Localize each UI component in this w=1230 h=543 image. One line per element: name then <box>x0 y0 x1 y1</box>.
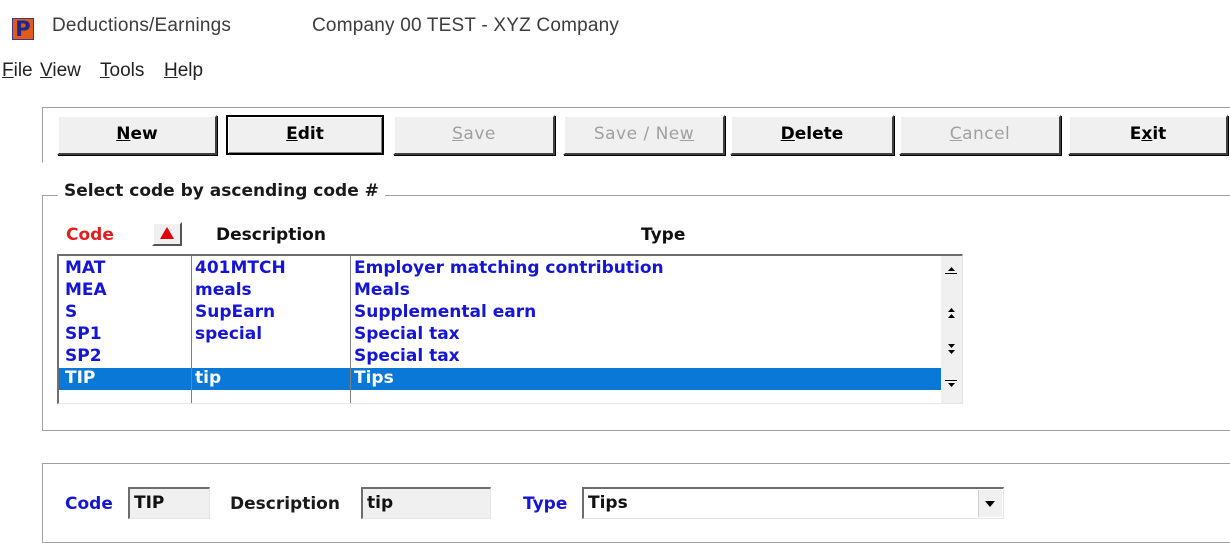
description-field-label: Description <box>230 494 340 514</box>
sort-ascending-button[interactable] <box>152 222 182 246</box>
menu-tools[interactable]: Tools <box>100 60 144 82</box>
save-button-post: ave <box>463 124 496 144</box>
cancel-button-mnemonic: C <box>949 124 963 144</box>
cancel-button-post: ancel <box>962 124 1011 144</box>
app-logo-icon: P <box>12 18 34 40</box>
chevron-down-icon <box>985 501 995 507</box>
exit-button-mnemonic: x <box>1141 124 1153 144</box>
cancel-button[interactable]: Cancel <box>899 115 1061 155</box>
list-item-type: Tips <box>354 368 394 388</box>
menu-help-mnemonic: H <box>164 60 178 81</box>
scroll-bottom-icon <box>948 383 955 387</box>
list-item-code: MEA <box>65 280 107 300</box>
column-header-code[interactable]: Code <box>66 225 114 245</box>
menu-tools-label: ools <box>109 60 145 81</box>
save-new-button[interactable]: Save / New <box>563 115 725 155</box>
list-item-type: Employer matching contribution <box>354 258 664 278</box>
list-item-type: Special tax <box>354 346 460 366</box>
list-item-description: 401MTCH <box>195 258 286 278</box>
sort-up-icon <box>160 227 174 239</box>
listbox-scrollbar[interactable] <box>941 256 962 403</box>
type-select[interactable]: Tips <box>582 487 1004 519</box>
menu-view[interactable]: View <box>40 60 81 82</box>
column-header-description[interactable]: Description <box>216 225 326 245</box>
list-item-type: Meals <box>354 280 410 300</box>
save-new-button-mnemonic: w <box>679 124 695 144</box>
exit-button[interactable]: Exit <box>1068 115 1228 155</box>
scroll-top-icon <box>948 267 955 271</box>
edit-button[interactable]: Edit <box>226 115 384 155</box>
list-item-code: MAT <box>65 258 106 278</box>
list-item-type: Special tax <box>354 324 460 344</box>
window-title: Deductions/Earnings <box>52 15 232 36</box>
menu-view-mnemonic: V <box>40 60 53 81</box>
edit-button-mnemonic: E <box>286 124 298 144</box>
column-divider <box>350 256 351 403</box>
page-down-button[interactable] <box>941 338 962 360</box>
menu-view-label: iew <box>52 60 81 81</box>
new-button[interactable]: New <box>57 115 217 155</box>
new-button-mnemonic: N <box>116 124 131 144</box>
menu-help-label: elp <box>177 60 204 81</box>
column-divider <box>191 256 192 403</box>
code-listbox[interactable]: MAT 401MTCH Employer matching contributi… <box>57 254 963 404</box>
list-item-description: tip <box>195 368 222 388</box>
delete-button-mnemonic: D <box>780 124 795 144</box>
window-company: Company 00 TEST - XYZ Company <box>312 15 620 36</box>
menu-file-label: ile <box>13 60 33 81</box>
exit-button-post: it <box>1152 124 1167 144</box>
list-item-description: meals <box>195 280 252 300</box>
list-item-code: SP1 <box>65 324 102 344</box>
list-item-description: SupEarn <box>195 302 276 322</box>
menu-file[interactable]: File <box>2 60 33 82</box>
edit-button-post: dit <box>297 124 324 144</box>
type-select-value: Tips <box>588 493 628 513</box>
list-item-description: special <box>195 324 263 344</box>
code-field-label: Code <box>65 494 113 514</box>
save-new-button-pre: Save / Ne <box>593 124 680 144</box>
description-field[interactable]: tip <box>361 487 491 519</box>
menu-bar: File View Tools Help <box>0 56 1230 86</box>
page-down-icon <box>948 344 955 354</box>
list-item-code: TIP <box>65 368 96 388</box>
menu-file-mnemonic: F <box>2 60 14 81</box>
scroll-top-button[interactable] <box>941 258 962 280</box>
delete-button[interactable]: Delete <box>730 115 894 155</box>
code-field[interactable]: TIP <box>128 487 210 519</box>
delete-button-post: elete <box>794 124 844 144</box>
menu-tools-mnemonic: T <box>100 60 110 81</box>
list-item-code: S <box>65 302 78 322</box>
column-header-type[interactable]: Type <box>641 225 685 245</box>
list-item-type: Supplemental earn <box>354 302 537 322</box>
save-button[interactable]: Save <box>393 115 555 155</box>
menu-help[interactable]: Help <box>164 60 203 82</box>
new-button-post: ew <box>130 124 158 144</box>
list-item-code: SP2 <box>65 346 102 366</box>
page-up-button[interactable] <box>941 303 962 325</box>
title-bar: P Deductions/Earnings Company 00 TEST - … <box>0 0 1230 52</box>
page-up-icon <box>948 308 955 318</box>
code-selection-group-title: Select code by ascending code # <box>58 181 385 201</box>
type-dropdown-button[interactable] <box>978 490 1002 517</box>
type-field-label: Type <box>523 494 568 514</box>
save-button-mnemonic: S <box>452 124 464 144</box>
exit-button-pre: E <box>1129 124 1142 144</box>
scroll-bottom-button[interactable] <box>941 374 962 396</box>
